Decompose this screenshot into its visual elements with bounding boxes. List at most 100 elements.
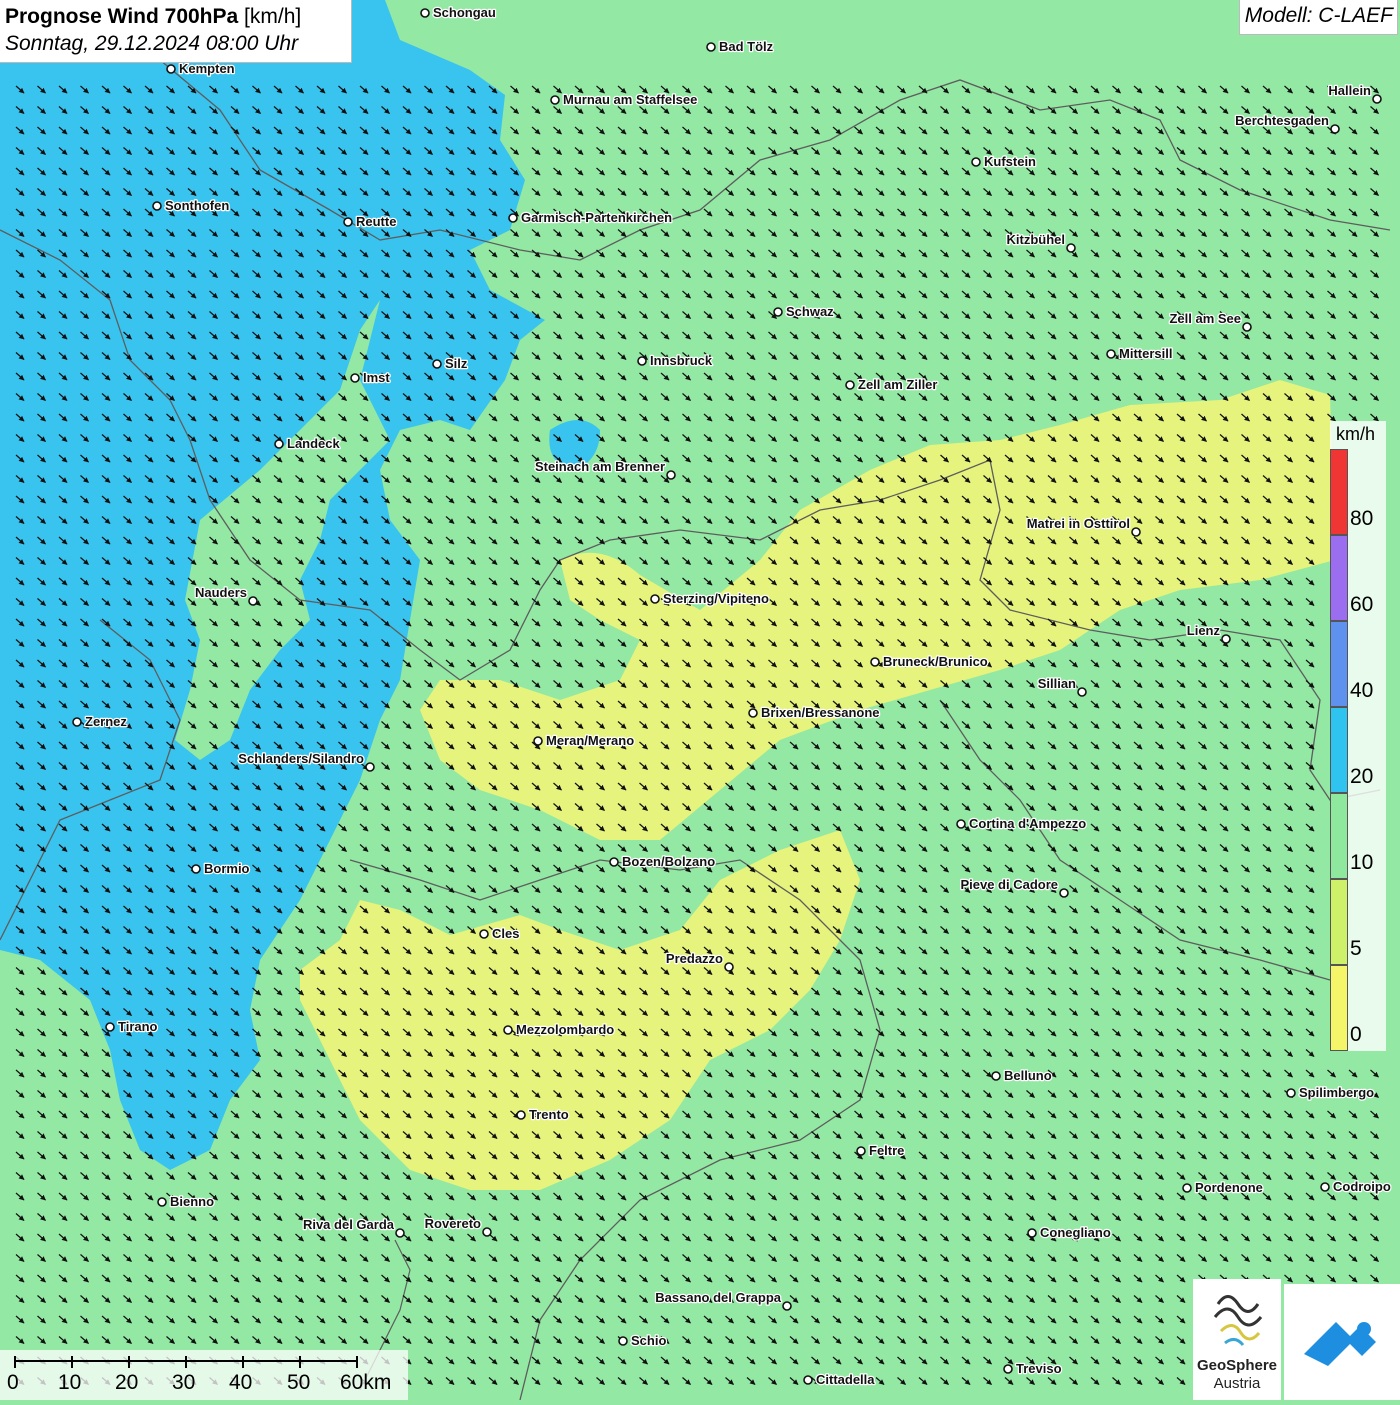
city-dot <box>845 380 855 390</box>
city-dot <box>609 857 619 867</box>
city-dot <box>503 1025 513 1035</box>
city-label: Zell am Ziller <box>858 377 937 392</box>
legend-tick-label: 20 <box>1350 765 1374 788</box>
city-dot <box>432 359 442 369</box>
city-dot <box>350 373 360 383</box>
city-dot <box>1106 349 1116 359</box>
city-dot <box>191 864 201 874</box>
city-dot <box>1330 124 1340 134</box>
legend-tick-label: 60 <box>1350 593 1374 616</box>
city-dot <box>870 657 880 667</box>
city-label: Feltre <box>869 1143 904 1158</box>
city-dot <box>157 1197 167 1207</box>
city-dot <box>482 1227 492 1237</box>
city-label: Landeck <box>287 436 341 451</box>
city-label: Predazzo <box>666 951 723 966</box>
city-label: Cittadella <box>816 1372 875 1387</box>
city-label: Reutte <box>356 214 396 229</box>
city-label: Garmisch-Partenkirchen <box>521 210 672 225</box>
city-marker[interactable]: Murnau am Staffelsee <box>550 91 699 108</box>
city-dot <box>479 929 489 939</box>
city-marker[interactable]: Garmisch-Partenkirchen <box>508 209 673 226</box>
color-legend <box>1330 449 1348 1051</box>
city-dot <box>105 1022 115 1032</box>
city-dot <box>1066 243 1076 253</box>
city-dot <box>508 213 518 223</box>
city-label: Schongau <box>433 5 496 20</box>
city-dot <box>1003 1364 1013 1374</box>
legend-color-step <box>1330 707 1348 793</box>
scale-bar-label: 10 <box>58 1371 82 1394</box>
city-dot <box>420 8 430 18</box>
city-dot <box>971 157 981 167</box>
city-label: Brixen/Bressanone <box>761 705 880 720</box>
city-marker[interactable]: Spilimbergo <box>1286 1084 1375 1101</box>
city-dot <box>724 962 734 972</box>
city-marker[interactable]: Meran/Merano <box>533 732 635 749</box>
city-label: Mittersill <box>1119 346 1172 361</box>
city-label: Bormio <box>204 861 250 876</box>
city-marker[interactable]: Pordenone <box>1182 1179 1264 1196</box>
legend-color-step <box>1330 535 1348 621</box>
weather-app-logo[interactable] <box>1284 1284 1400 1400</box>
legend-color-step <box>1330 879 1348 965</box>
city-dot <box>1077 687 1087 697</box>
scale-bar-label: 50 <box>287 1371 311 1394</box>
city-dot <box>856 1146 866 1156</box>
city-marker[interactable]: Sonthofen <box>152 197 231 214</box>
city-marker[interactable]: Bozen/Bolzano <box>609 853 716 870</box>
city-label: Riva del Garda <box>303 1217 395 1232</box>
city-label: Schio <box>631 1333 666 1348</box>
legend-color-step <box>1330 449 1348 535</box>
city-label: Murnau am Staffelsee <box>563 92 697 107</box>
city-label: Zernez <box>85 714 127 729</box>
city-label: Trento <box>529 1107 569 1122</box>
city-marker[interactable]: Schongau <box>420 4 497 21</box>
city-label: Steinach am Brenner <box>535 459 665 474</box>
city-label: Bozen/Bolzano <box>622 854 715 869</box>
map-title: Prognose Wind 700hPa [km/h] <box>5 4 351 30</box>
city-marker[interactable]: Mezzolombardo <box>503 1021 616 1038</box>
city-dot <box>748 708 758 718</box>
city-dot <box>782 1301 792 1311</box>
forecast-time: Sonntag, 29.12.2024 08:00 Uhr <box>5 32 299 55</box>
city-label: Meran/Merano <box>546 733 634 748</box>
city-dot <box>166 64 176 74</box>
city-label: Pieve di Cadore <box>960 877 1058 892</box>
city-label: Schwaz <box>786 304 834 319</box>
city-dot <box>706 42 716 52</box>
scale-bar-tick <box>242 1356 244 1368</box>
wind-map[interactable]: Schongau Bad Tölz Kempten Murnau am Staffel… <box>0 0 1400 1400</box>
city-label: Rovereto <box>425 1216 481 1231</box>
city-marker[interactable]: Conegliano <box>1027 1224 1112 1241</box>
city-marker[interactable]: Sterzing/Vipiteno <box>650 590 770 607</box>
scale-bar-tick <box>128 1356 130 1368</box>
legend-color-step <box>1330 965 1348 1051</box>
scale-bar-label: 0 <box>7 1371 19 1394</box>
scale-bar-label: 30 <box>172 1371 196 1394</box>
city-dot <box>991 1071 1001 1081</box>
city-label: Sterzing/Vipiteno <box>663 591 769 606</box>
map-title-main: Prognose Wind 700hPa <box>5 5 239 28</box>
legend-unit: km/h <box>1336 424 1376 444</box>
geosphere-logo[interactable]: GeoSphere Austria <box>1193 1279 1281 1400</box>
city-marker[interactable]: Innsbruck <box>637 352 714 369</box>
map-title-unit: [km/h] <box>238 5 302 28</box>
city-label: Innsbruck <box>650 353 713 368</box>
city-marker[interactable]: Cortina d'Ampezzo <box>956 815 1088 832</box>
city-label: Sonthofen <box>165 198 229 213</box>
city-marker[interactable]: Brixen/Bressanone <box>748 704 881 721</box>
city-label: Belluno <box>1004 1068 1052 1083</box>
city-label: Bruneck/Brunico <box>883 654 988 669</box>
city-dot <box>618 1336 628 1346</box>
scale-bar-tick <box>356 1356 358 1368</box>
city-dot <box>666 470 676 480</box>
city-marker[interactable]: Zell am Ziller <box>845 376 939 393</box>
city-dot <box>1182 1183 1192 1193</box>
city-label: Mezzolombardo <box>516 1022 614 1037</box>
city-dot <box>1027 1228 1037 1238</box>
city-label: Spilimbergo <box>1299 1085 1374 1100</box>
city-dot <box>637 356 647 366</box>
city-marker[interactable]: Bruneck/Brunico <box>870 653 989 670</box>
city-label: Kufstein <box>984 154 1036 169</box>
